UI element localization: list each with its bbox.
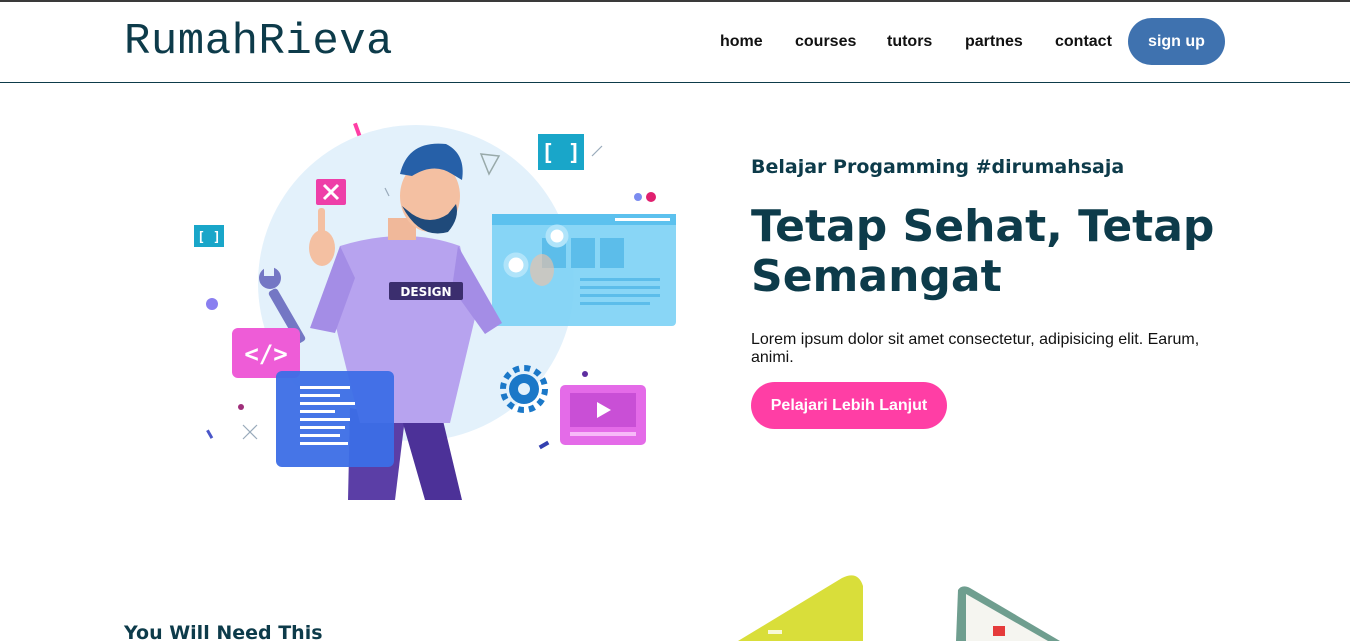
gear-icon bbox=[500, 365, 548, 413]
signup-button[interactable]: sign up bbox=[1128, 18, 1225, 65]
nav-tutors[interactable]: tutors bbox=[887, 32, 932, 52]
code-icon: </> bbox=[232, 328, 300, 378]
hero-description: Lorem ipsum dolor sit amet consectetur, … bbox=[751, 331, 1200, 366]
play-icon bbox=[560, 385, 646, 445]
svg-text:[ ]: [ ] bbox=[197, 230, 220, 245]
hero-tagline: Belajar Progamming #dirumahsaja bbox=[751, 156, 1125, 178]
nav-partners[interactable]: partnes bbox=[965, 32, 1023, 52]
brand-logo[interactable]: RumahRieva bbox=[124, 18, 393, 66]
hero-headline: Tetap Sehat, Tetap Semangat bbox=[751, 201, 1215, 302]
learn-more-button[interactable]: Pelajari Lebih Lanjut bbox=[751, 382, 947, 429]
navbar: RumahRieva home courses tutors partnes c… bbox=[0, 2, 1350, 83]
tools-illustration bbox=[738, 575, 1060, 641]
nav-contact[interactable]: contact bbox=[1055, 32, 1112, 52]
nav-courses[interactable]: courses bbox=[795, 32, 856, 52]
close-icon bbox=[316, 179, 346, 205]
hero-illustration: [ ] [ ] </> DESIGN bbox=[194, 122, 676, 500]
design-badge: DESIGN bbox=[400, 285, 451, 299]
svg-text:[ ]: [ ] bbox=[541, 141, 581, 166]
brackets-icon: [ ] bbox=[538, 134, 584, 170]
svg-text:</>: </> bbox=[244, 340, 287, 368]
nav-home[interactable]: home bbox=[720, 32, 763, 52]
brackets-small-icon: [ ] bbox=[194, 225, 224, 247]
